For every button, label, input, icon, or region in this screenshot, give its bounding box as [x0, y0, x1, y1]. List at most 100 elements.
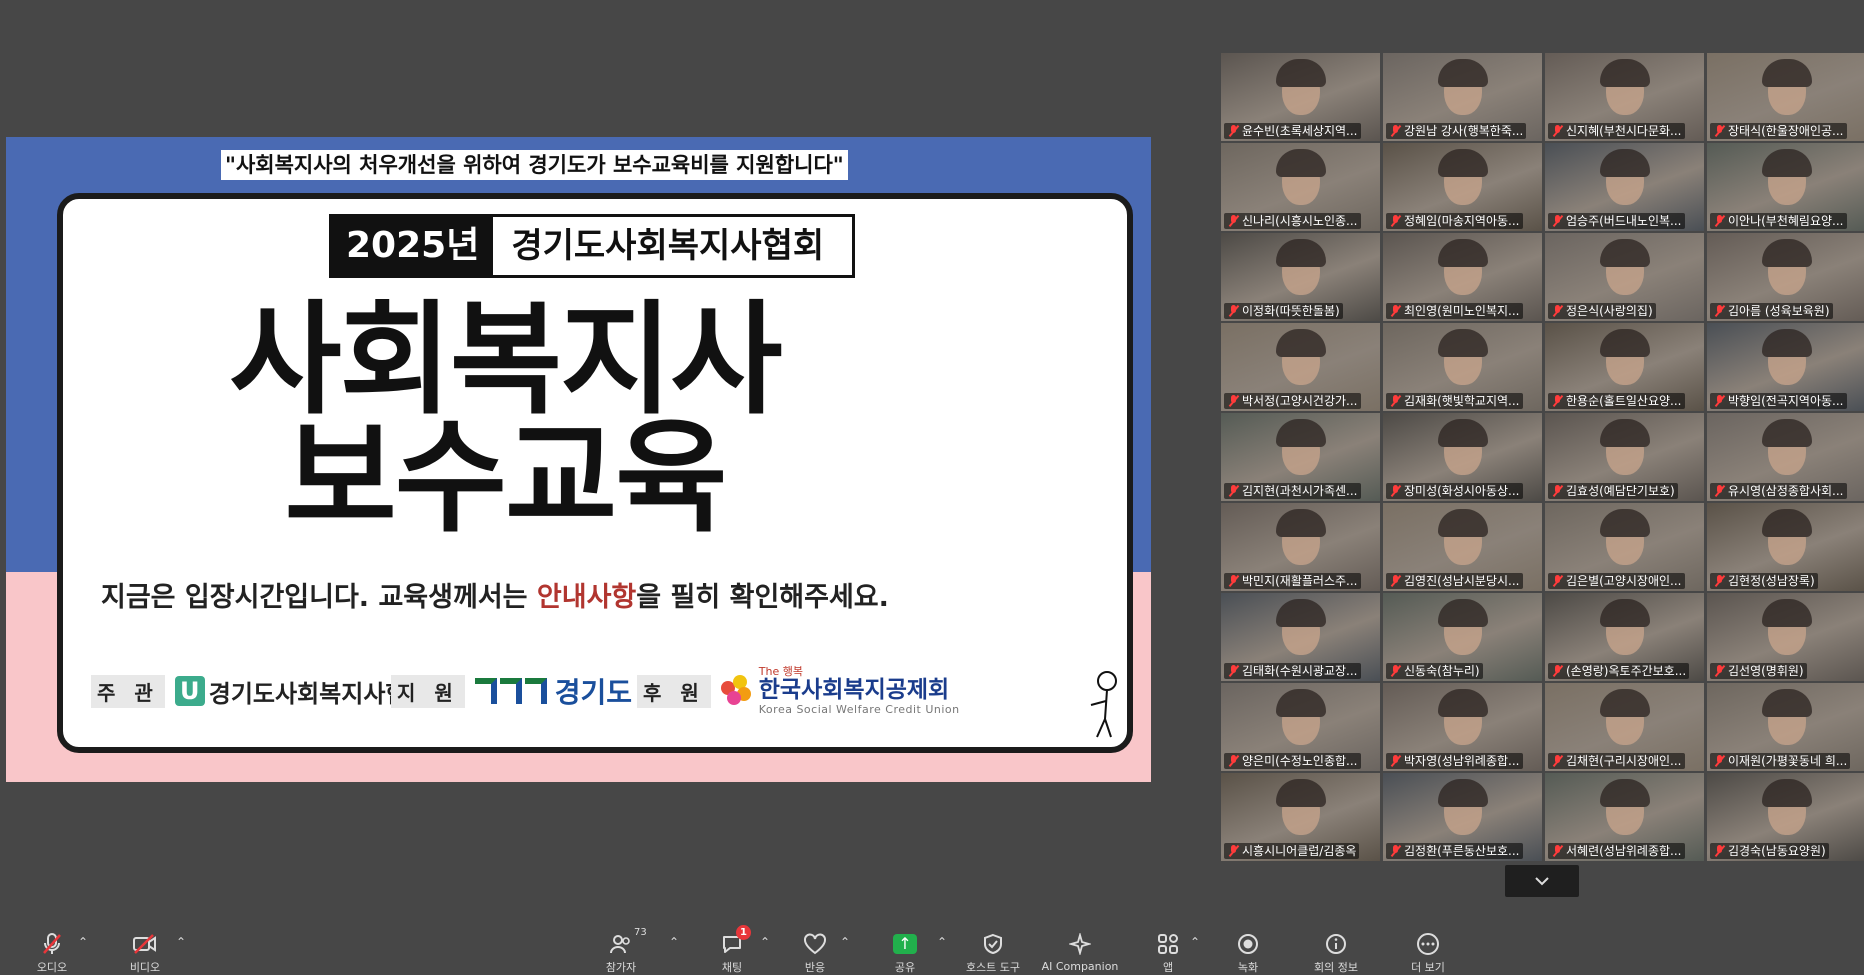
participant-tile[interactable]: 유시영(삼정종합사회... [1707, 413, 1864, 501]
sponsor-en-name: Korea Social Welfare Credit Union [758, 702, 960, 716]
participant-name: 김지현(과천시가족센... [1224, 483, 1361, 499]
participant-tile[interactable]: 최인영(원미노인복지... [1383, 233, 1542, 321]
participant-tile[interactable]: 서혜련(성남위례종합... [1545, 773, 1704, 861]
participants-button[interactable]: 73 참가자 [576, 915, 666, 975]
participant-tile[interactable]: 김경숙(남동요양원) [1707, 773, 1864, 861]
participant-name: 김효성(예담단기보호) [1548, 483, 1678, 499]
mic-muted-icon [1390, 575, 1401, 587]
participant-face [1599, 329, 1650, 385]
participants-options-caret[interactable]: ⌃ [669, 935, 679, 949]
record-button[interactable]: 녹화 [1203, 915, 1293, 975]
sponsor-name-block: The 행복 한국사회복지공제회 Korea Social Welfare Cr… [758, 666, 960, 716]
apps-label: 앱 [1162, 961, 1174, 974]
participant-name: 김선영(명휘원) [1710, 663, 1807, 679]
participant-tile[interactable]: 이안나(부천혜림요양... [1707, 143, 1864, 231]
participant-tile[interactable]: 박향임(전곡지역아동... [1707, 323, 1864, 411]
slide-title-line2: 보수교육 [284, 407, 728, 549]
participant-tile[interactable]: 박민지(재활플러스주... [1221, 503, 1380, 591]
participant-face [1275, 419, 1326, 475]
audio-options-caret[interactable]: ⌃ [78, 935, 88, 949]
mic-muted-icon [1228, 215, 1239, 227]
participant-tile[interactable]: (손영랑)옥토주간보호... [1545, 593, 1704, 681]
participant-tile[interactable]: 이재원(가평꽃동네 희... [1707, 683, 1864, 771]
participant-name: 박자영(성남위례종합... [1386, 753, 1523, 769]
mic-muted-icon [1552, 575, 1563, 587]
share-options-caret[interactable]: ⌃ [937, 935, 947, 949]
record-icon [1235, 931, 1261, 956]
apps-options-caret[interactable]: ⌃ [1190, 935, 1200, 949]
gyeonggi-logo-icon [474, 678, 547, 704]
more-button[interactable]: 더 보기 [1383, 915, 1473, 975]
participant-tile[interactable]: 엄승주(버드내노인복... [1545, 143, 1704, 231]
mic-muted-icon [1552, 485, 1563, 497]
video-options-caret[interactable]: ⌃ [176, 935, 186, 949]
participant-tile[interactable]: 김태화(수원시광교장... [1221, 593, 1380, 681]
heart-icon [802, 931, 828, 956]
ai-companion-button[interactable]: AI Companion [1035, 915, 1125, 975]
participant-tile[interactable]: 정혜임(마송지역아동... [1383, 143, 1542, 231]
participant-face [1437, 239, 1488, 295]
participant-tile[interactable]: 박서정(고양시건강가... [1221, 323, 1380, 411]
participant-face [1761, 419, 1812, 475]
participant-tile[interactable]: 김정환(푸른동산보호... [1383, 773, 1542, 861]
mic-muted-icon [1390, 125, 1401, 137]
mic-muted-icon [1390, 485, 1401, 497]
participant-tile[interactable]: 김현정(성남장록) [1707, 503, 1864, 591]
participant-face [1599, 239, 1650, 295]
slide-year-box: 2025년 경기도사회복지사협회 [329, 214, 856, 278]
participant-tile[interactable]: 김채현(구리시장애인... [1545, 683, 1704, 771]
mic-muted-icon [1714, 575, 1725, 587]
notice-highlight: 안내사항 [536, 582, 637, 613]
support-name: 경기도 [554, 676, 633, 709]
participant-name: 윤수빈(초록세상지역... [1224, 123, 1361, 139]
participant-tile[interactable]: 신지혜(부천시다문화... [1545, 53, 1704, 141]
meeting-toolbar: 오디오 ⌃ 비디오 ⌃ 73 참가자 ⌃ 1 채팅 ⌃ 반응 ⌃ ↑ 공유 ⌃ [0, 915, 1864, 975]
sponsor-role-label: 후 원 [637, 674, 711, 708]
participant-tile[interactable]: 한용순(홀트일산요양... [1545, 323, 1704, 411]
participant-tile[interactable]: 장태식(한울장애인공... [1707, 53, 1864, 141]
participant-tile[interactable]: 정은식(사랑의집) [1545, 233, 1704, 321]
meeting-info-button[interactable]: 회의 정보 [1291, 915, 1381, 975]
participant-name: 엄승주(버드내노인복... [1548, 213, 1685, 229]
participant-tile[interactable]: 강원남 강사(행복한죽... [1383, 53, 1542, 141]
participant-tile[interactable]: 김아름 (성육보육원) [1707, 233, 1864, 321]
participant-tile[interactable]: 김효성(예담단기보호) [1545, 413, 1704, 501]
people-icon: 73 [608, 927, 647, 956]
participant-face [1437, 329, 1488, 385]
gallery-scroll-down-button[interactable] [1505, 865, 1579, 897]
participant-tile[interactable]: 신나리(시흥시노인종... [1221, 143, 1380, 231]
participant-tile[interactable]: 신동숙(참누리) [1383, 593, 1542, 681]
participant-tile[interactable]: 김은별(고양시장애인... [1545, 503, 1704, 591]
slide-card: 2025년 경기도사회복지사협회 사회복지사 보수교육 지금은 입장시간입니다.… [57, 193, 1133, 753]
participant-name: 김재화(햇빛학교지역... [1386, 393, 1523, 409]
participant-tile[interactable]: 김선영(명휘원) [1707, 593, 1864, 681]
participant-tile[interactable]: 김재화(햇빛학교지역... [1383, 323, 1542, 411]
participant-face [1275, 599, 1326, 655]
association-logo-icon: U [174, 676, 205, 706]
participants-label: 참가자 [605, 961, 637, 974]
host-tools-button[interactable]: 호스트 도구 [948, 915, 1038, 975]
participant-face [1437, 779, 1488, 835]
participant-tile[interactable]: 양은미(수정노인종합... [1221, 683, 1380, 771]
participant-tile[interactable]: 김영진(성남시분당시... [1383, 503, 1542, 591]
participant-tile[interactable]: 윤수빈(초록세상지역... [1221, 53, 1380, 141]
mic-muted-icon [1552, 305, 1563, 317]
participant-face [1761, 329, 1812, 385]
reactions-label: 반응 [804, 961, 826, 974]
mic-muted-icon [1390, 395, 1401, 407]
participant-face [1275, 689, 1326, 745]
chat-options-caret[interactable]: ⌃ [760, 935, 770, 949]
participant-face [1437, 419, 1488, 475]
participant-tile[interactable]: 시흥시니어클럽/김종옥 [1221, 773, 1380, 861]
reactions-options-caret[interactable]: ⌃ [840, 935, 850, 949]
participant-face [1275, 509, 1326, 565]
mic-muted-icon [1714, 485, 1725, 497]
participant-tile[interactable]: 이정화(따뜻한돌봄) [1221, 233, 1380, 321]
participant-tile[interactable]: 장미성(화성시아동상... [1383, 413, 1542, 501]
participant-tile[interactable]: 박자영(성남위례종합... [1383, 683, 1542, 771]
sparkle-icon [1067, 931, 1093, 957]
sponsor-patron: 후 원 The 행복 한국사회복지공제회 Korea Social Welfar… [637, 666, 960, 716]
participant-name: 이재원(가평꽃동네 희... [1710, 753, 1851, 769]
share-label: 공유 [894, 961, 916, 974]
participant-tile[interactable]: 김지현(과천시가족센... [1221, 413, 1380, 501]
